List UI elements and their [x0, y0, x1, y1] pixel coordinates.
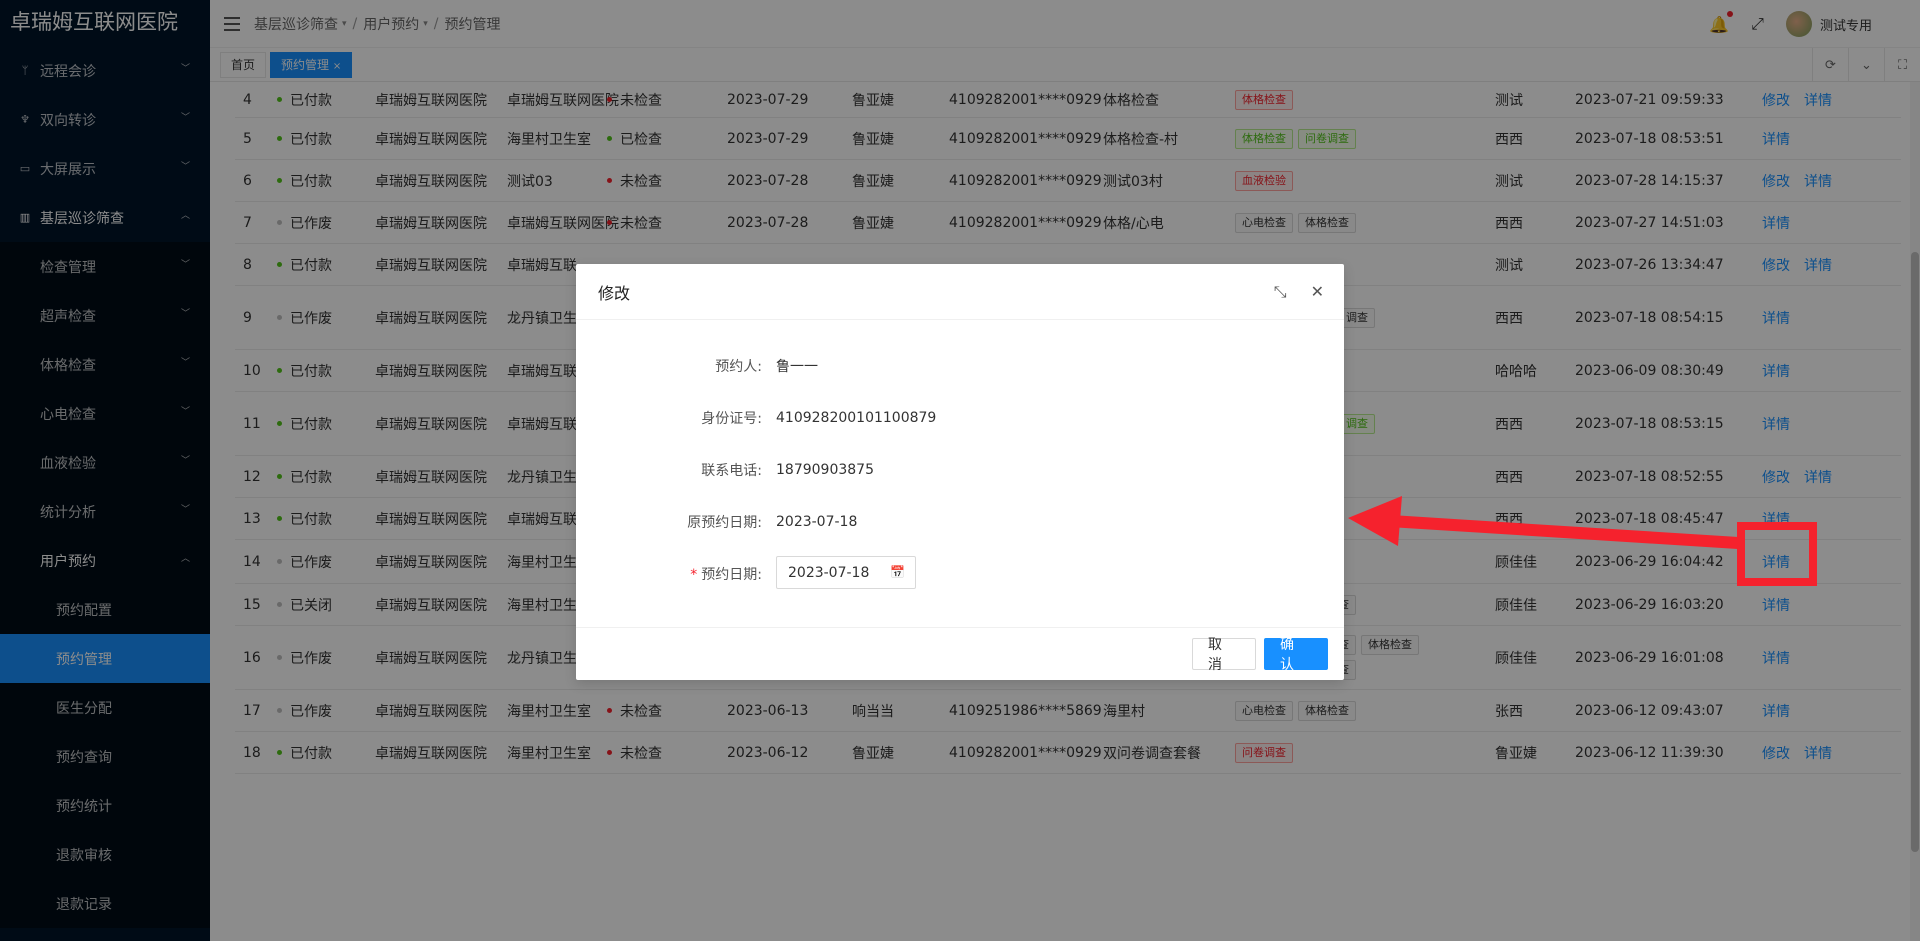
field-label: 预约人: [715, 359, 762, 375]
field-original-date: 原预约日期: 2023-07-18 [576, 506, 1344, 538]
field-label: 预约日期: [701, 567, 762, 583]
date-value: 2023-07-18 [788, 564, 870, 581]
field-value: 410928200101100879 [776, 410, 937, 426]
field-value: 2023-07-18 [776, 514, 858, 530]
confirm-button[interactable]: 确 认 [1264, 637, 1328, 673]
required-mark: * [690, 567, 698, 583]
field-label: 原预约日期: [687, 515, 762, 531]
cancel-button[interactable]: 取 消 [1192, 637, 1256, 673]
modal-footer: 取 消 确 认 [576, 627, 1344, 680]
field-id-number: 身份证号: 410928200101100879 [576, 402, 1344, 434]
calendar-icon[interactable]: 📅 [890, 565, 905, 579]
modal-title: 修改 [598, 283, 631, 303]
field-label: 联系电话: [701, 463, 762, 479]
field-value: 鲁一一 [776, 359, 818, 375]
field-label: 身份证号: [701, 411, 762, 427]
close-icon[interactable]: ✕ [1311, 282, 1324, 302]
modal-header: 修改 ⤡ ✕ [576, 264, 1344, 320]
date-picker-input[interactable]: 2023-07-18 📅 [776, 556, 916, 589]
edit-modal: 修改 ⤡ ✕ 预约人: 鲁一一 身份证号: 410928200101100879… [576, 264, 1344, 680]
field-value: 18790903875 [776, 462, 874, 478]
field-appointment-date: * 预约日期: 2023-07-18 📅 [576, 556, 1344, 590]
field-phone: 联系电话: 18790903875 [576, 454, 1344, 486]
maximize-icon[interactable]: ⤡ [1274, 282, 1287, 302]
field-booker: 预约人: 鲁一一 [576, 350, 1344, 382]
